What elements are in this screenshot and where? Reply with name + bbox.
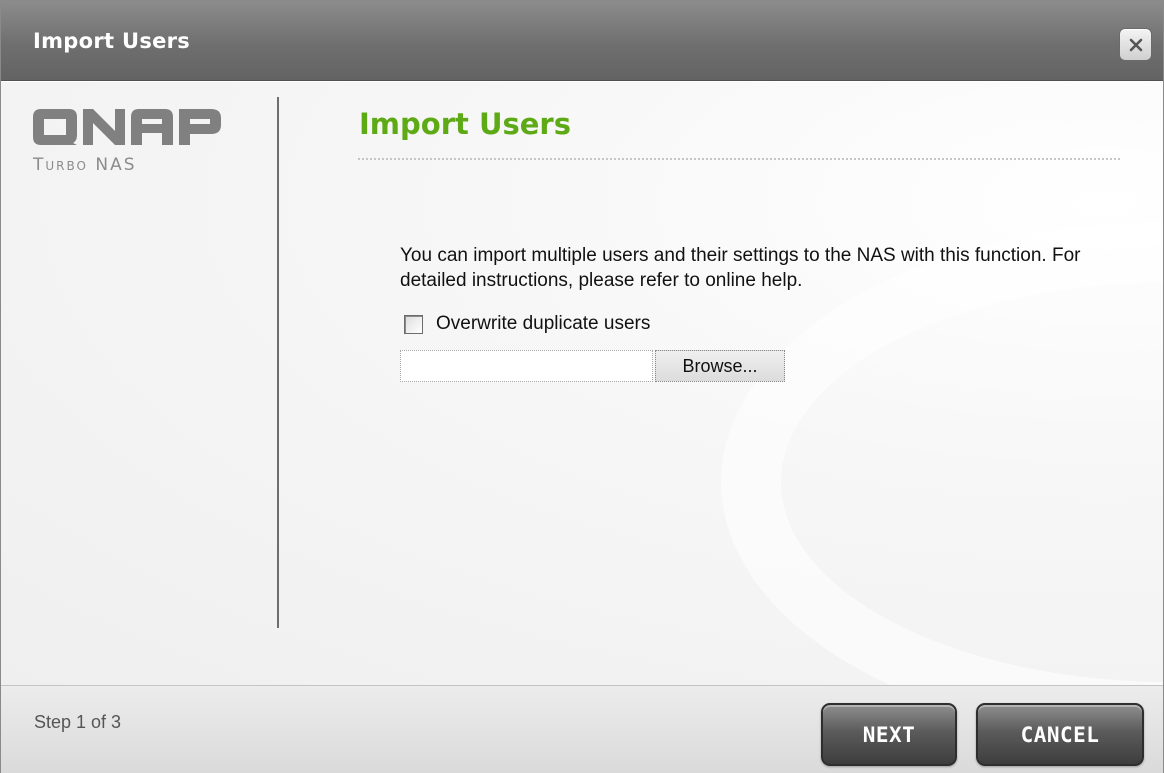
page-heading: Import Users [359,107,571,141]
overwrite-option[interactable]: Overwrite duplicate users [404,313,650,335]
qnap-logo-graphic [33,109,221,145]
sidebar-divider [277,97,279,628]
import-users-dialog: Import Users Turbo NAS Import Users You … [0,0,1164,773]
step-indicator: Step 1 of 3 [34,712,122,732]
browse-button[interactable]: Browse... [655,350,785,382]
main-content: Import Users You can import multiple use… [358,82,1128,682]
qnap-logo: Turbo NAS [33,109,221,175]
cancel-button[interactable]: CANCEL [976,703,1144,766]
window-title: Import Users [33,29,191,53]
description-text: You can import multiple users and their … [400,245,1081,291]
next-button[interactable]: NEXT [821,703,957,766]
file-picker: Browse... [400,350,785,382]
title-bar: Import Users [1,1,1163,81]
file-path-input[interactable] [400,350,653,382]
logo-subtitle: Turbo NAS [33,155,137,175]
close-button[interactable] [1119,28,1152,61]
dialog-body: Turbo NAS Import Users You can import mu… [1,82,1163,685]
close-icon [1129,38,1142,51]
dialog-footer: Step 1 of 3 NEXT CANCEL [1,685,1163,773]
overwrite-duplicate-checkbox[interactable] [404,314,423,334]
heading-divider [358,158,1120,160]
overwrite-duplicate-label[interactable]: Overwrite duplicate users [436,313,650,335]
sidebar: Turbo NAS [1,82,278,685]
